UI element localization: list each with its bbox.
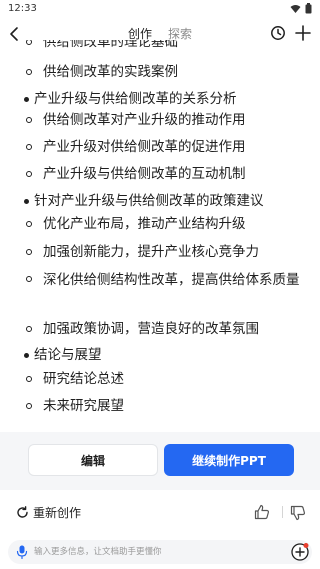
status-bar: 12:33 [0,0,320,20]
recreate-button[interactable]: 重新创作 [16,504,81,521]
microphone-icon[interactable] [16,545,28,559]
battery-icon [305,3,312,14]
status-time: 12:33 [8,3,37,14]
hollow-bullet-icon [26,276,32,282]
hollow-bullet-icon [26,403,32,409]
hollow-bullet-icon [26,117,32,123]
hollow-bullet-icon [26,144,32,150]
thumbs-down-icon[interactable] [290,505,306,521]
hollow-bullet-icon [26,326,32,332]
continue-ppt-button[interactable]: 继续制作PPT [164,444,294,476]
feedback-row: 重新创作 [0,500,320,526]
outline-heading: 针对产业升级与供给侧改革的政策建议 [24,191,264,211]
thumbs-up-icon[interactable] [254,504,270,520]
outline-item: 优化产业布局，推动产业结构升级 [26,214,246,234]
outline-item: 产业升级对供给侧改革的促进作用 [26,137,246,157]
outline-item: 加强创新能力，提升产业核心竞争力 [26,242,259,262]
outline-item: 供给侧改革对产业升级的推动作用 [26,110,246,130]
refresh-icon [17,506,28,518]
wifi-icon [290,4,301,13]
hollow-bullet-icon [26,221,32,227]
outline-item: 深化供给侧结构性改革，提高供给体系质量 [26,269,306,292]
filled-bullet-icon [24,97,29,102]
outline-item: 产业升级与供给侧改革的互动机制 [26,164,246,184]
outline-item: 研究结论总述 [26,369,124,389]
input-placeholder: 输入更多信息，让文档助手更懂你 [34,547,162,557]
add-circle-icon[interactable] [290,542,310,562]
outline-item: 供给侧改革的实践案例 [26,62,178,82]
outline-content: 供给侧改革的理论基础 供给侧改革的实践案例 产业升级与供给侧改革的关系分析 供给… [0,40,320,438]
outline-heading: 结论与展望 [24,345,102,365]
divider [282,506,283,518]
filled-bullet-icon [24,353,29,358]
status-icons [290,3,312,14]
notification-dot [303,543,309,548]
outline-heading: 产业升级与供给侧改革的关系分析 [24,89,237,109]
hollow-bullet-icon [26,171,32,177]
hollow-bullet-icon [26,69,32,75]
message-input[interactable]: 输入更多信息，让文档助手更懂你 [8,540,312,564]
hollow-bullet-icon [26,249,32,255]
outline-item: 供给侧改革的理论基础 [26,40,178,52]
outline-item: 未来研究展望 [26,396,124,416]
recreate-label: 重新创作 [33,506,82,520]
edit-button[interactable]: 编辑 [28,444,158,476]
filled-bullet-icon [24,199,29,204]
hollow-bullet-icon [26,376,32,382]
history-clock-icon[interactable] [270,25,286,41]
outline-item: 加强政策协调，营造良好的改革氛围 [26,319,259,339]
